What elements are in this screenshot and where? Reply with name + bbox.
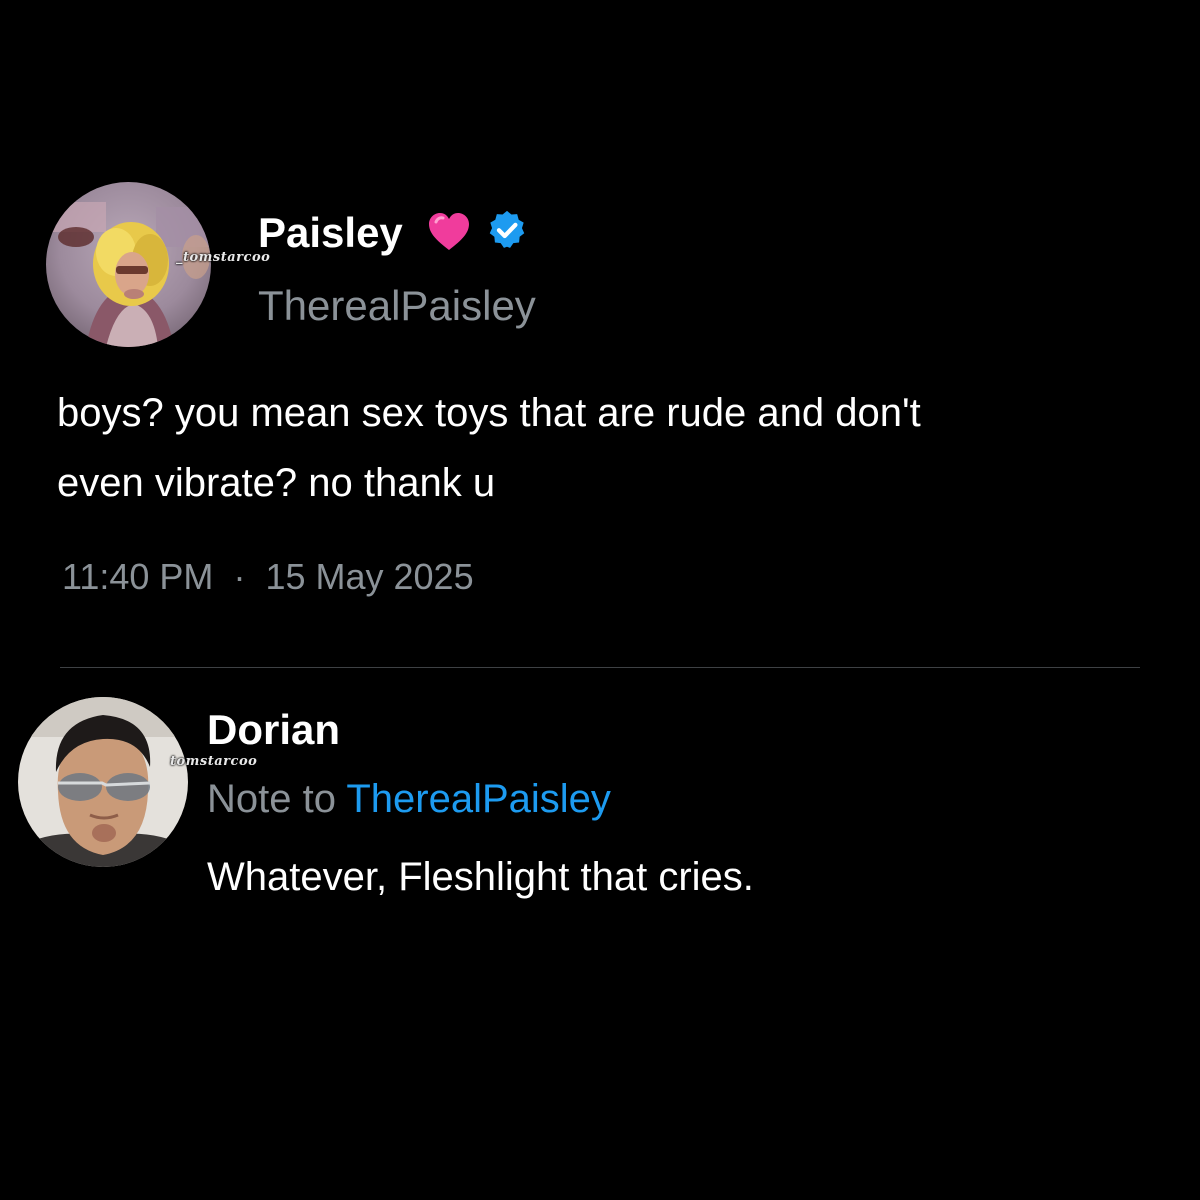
post-text-line-1: boys? you mean sex toys that are rude an… bbox=[57, 391, 921, 435]
reply-text: Whatever, Fleshlight that cries. bbox=[207, 855, 754, 899]
divider bbox=[60, 667, 1140, 668]
note-handle-link[interactable]: TherealPaisley bbox=[346, 777, 611, 821]
dorian-avatar-image bbox=[18, 697, 188, 867]
author-display-name[interactable]: Paisley bbox=[258, 205, 403, 261]
post-text: boys? you mean sex toys that are rude an… bbox=[57, 378, 921, 518]
reply-author-display-name[interactable]: Dorian bbox=[207, 702, 340, 758]
pink-heart-icon bbox=[426, 210, 472, 254]
note-to-line: Note to TherealPaisley bbox=[207, 772, 611, 826]
post-time: 11:40 PM bbox=[62, 556, 214, 597]
note-prefix: Note to bbox=[207, 777, 336, 821]
post-text-line-2: even vibrate? no thank u bbox=[57, 461, 496, 505]
meta-separator: · bbox=[233, 556, 246, 597]
author-handle[interactable]: TherealPaisley bbox=[258, 278, 536, 334]
post-timestamp[interactable]: 11:40 PM · 15 May 2025 bbox=[62, 556, 474, 598]
dorian-avatar[interactable] bbox=[18, 697, 188, 867]
avatar-watermark: _tomstarcoo bbox=[176, 250, 271, 265]
verified-badge-icon bbox=[484, 208, 530, 254]
post-date: 15 May 2025 bbox=[265, 556, 474, 597]
